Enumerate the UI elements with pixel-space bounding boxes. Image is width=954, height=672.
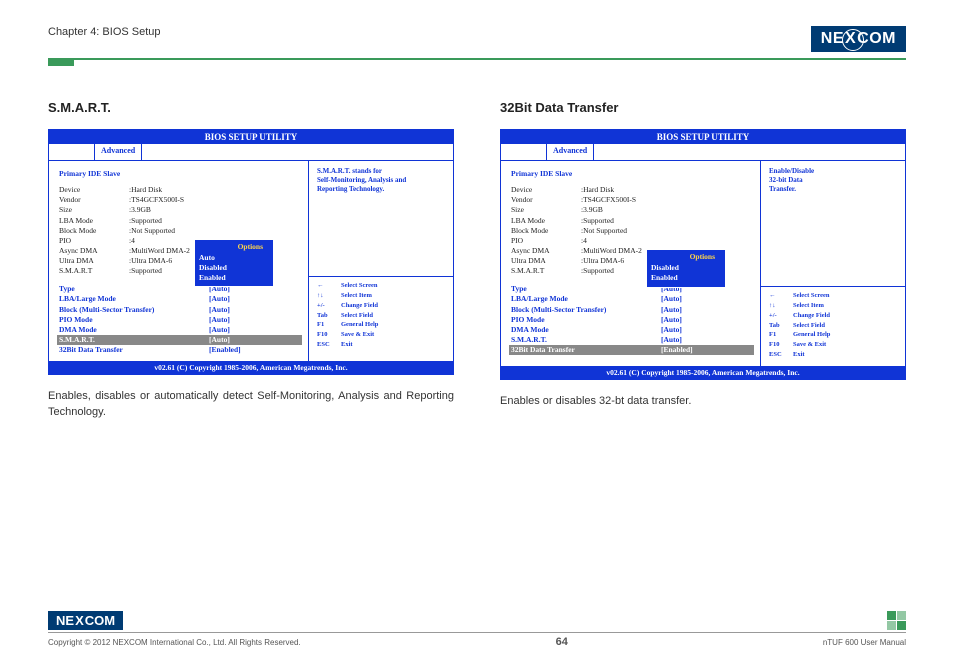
bios-option-row[interactable]: PIO Mode[Auto] <box>59 315 300 325</box>
page-footer: NE X COM Copyright © 2012 NEXCOM Interna… <box>48 611 906 648</box>
device-info-row: Size:3.9GB <box>59 205 300 215</box>
brand-pre: NE <box>821 30 844 48</box>
bios-title: BIOS SETUP UTILITY <box>49 130 453 144</box>
bios-section-header: Primary IDE Slave <box>59 169 300 179</box>
bios-panel-left: BIOS SETUP UTILITY Advanced Primary IDE … <box>48 129 454 375</box>
device-info-row: Device:Hard Disk <box>59 185 300 195</box>
popup-title: Options <box>651 252 721 262</box>
chapter-label: Chapter 4: BIOS Setup <box>48 26 161 38</box>
popup-option[interactable]: Disabled <box>651 263 721 273</box>
bios-option-row[interactable]: S.M.A.R.T.[Auto] <box>57 335 302 345</box>
popup-option[interactable]: Auto <box>199 253 269 263</box>
nav-key-row: ↑↓Select Item <box>317 291 445 301</box>
tab-advanced[interactable]: Advanced <box>547 144 594 160</box>
right-column: 32Bit Data Transfer BIOS SETUP UTILITY A… <box>500 100 906 421</box>
device-info-row: Device:Hard Disk <box>511 185 752 195</box>
popup-title: Options <box>199 242 269 252</box>
nav-key-row: ESCExit <box>317 340 445 350</box>
bios-option-row[interactable]: LBA/Large Mode[Auto] <box>59 294 300 304</box>
device-info-row: Vendor:TS4GCFX500I-S <box>59 195 300 205</box>
nav-key-row: F1General Help <box>769 330 897 340</box>
help-text: S.M.A.R.T. stands forSelf-Monitoring, An… <box>317 167 445 194</box>
nav-key-row: ←Select Screen <box>769 291 897 301</box>
bios-option-row[interactable]: 32Bit Data Transfer[Enabled] <box>59 345 300 355</box>
nav-key-row: ←Select Screen <box>317 281 445 291</box>
brand-logo: NE X COM <box>811 26 906 52</box>
bios-option-row[interactable]: Block (Multi-Sector Transfer)[Auto] <box>59 305 300 315</box>
nav-key-row: TabSelect Field <box>769 321 897 331</box>
bios-option-row[interactable]: DMA Mode[Auto] <box>511 325 752 335</box>
device-info-row: Size:3.9GB <box>511 205 752 215</box>
nav-key-row: TabSelect Field <box>317 311 445 321</box>
nav-key-row: +/-Change Field <box>769 311 897 321</box>
popup-option[interactable]: Enabled <box>651 273 721 283</box>
popup-option[interactable]: Enabled <box>199 273 269 283</box>
left-column: S.M.A.R.T. BIOS SETUP UTILITY Advanced P… <box>48 100 454 421</box>
help-text: Enable/Disable32-bit DataTransfer. <box>769 167 897 194</box>
right-description: Enables or disables 32-bt data transfer. <box>500 394 906 410</box>
device-info-row: PIO:4 <box>511 236 752 246</box>
device-info-row: LBA Mode:Supported <box>511 216 752 226</box>
nav-key-row: ESCExit <box>769 350 897 360</box>
left-section-title: S.M.A.R.T. <box>48 100 454 115</box>
brand-x-icon: X <box>75 613 84 628</box>
tab-advanced[interactable]: Advanced <box>95 144 142 160</box>
footer-copyright: Copyright © 2012 NEXCOM International Co… <box>48 638 301 647</box>
footer-logo: NE X COM <box>48 611 123 630</box>
header-tick <box>48 58 74 66</box>
bios-option-row[interactable]: Block (Multi-Sector Transfer)[Auto] <box>511 305 752 315</box>
bios-option-row[interactable]: LBA/Large Mode[Auto] <box>511 294 752 304</box>
bios-option-row[interactable]: 32Bit Data Transfer[Enabled] <box>509 345 754 355</box>
left-description: Enables, disables or automatically detec… <box>48 389 454 421</box>
device-info-row: Block Mode:Not Supported <box>59 226 300 236</box>
right-section-title: 32Bit Data Transfer <box>500 100 906 115</box>
nav-key-row: F1General Help <box>317 320 445 330</box>
bios-copyright: v02.61 (C) Copyright 1985-2006, American… <box>501 366 905 379</box>
bios-copyright: v02.61 (C) Copyright 1985-2006, American… <box>49 361 453 374</box>
nav-help: ←Select Screen↑↓Select Item+/-Change Fie… <box>317 281 445 349</box>
bios-tabs: Advanced <box>501 144 905 161</box>
bios-option-row[interactable]: S.M.A.R.T.[Auto] <box>511 335 752 345</box>
brand-x-icon: X <box>845 30 856 48</box>
page-number: 64 <box>556 636 568 648</box>
popup-option[interactable]: Disabled <box>199 263 269 273</box>
nav-key-row: ↑↓Select Item <box>769 301 897 311</box>
nav-help: ←Select Screen↑↓Select Item+/-Change Fie… <box>769 291 897 359</box>
device-info-row: LBA Mode:Supported <box>59 216 300 226</box>
manual-name: nTUF 600 User Manual <box>823 638 906 647</box>
options-popup: Options AutoDisabledEnabled <box>194 239 274 287</box>
bios-tabs: Advanced <box>49 144 453 161</box>
nav-key-row: +/-Change Field <box>317 301 445 311</box>
bios-title: BIOS SETUP UTILITY <box>501 130 905 144</box>
device-info-row: Block Mode:Not Supported <box>511 226 752 236</box>
options-popup: Options DisabledEnabled <box>646 249 726 288</box>
bios-option-row[interactable]: DMA Mode[Auto] <box>59 325 300 335</box>
device-info-row: Vendor:TS4GCFX500I-S <box>511 195 752 205</box>
bios-section-header: Primary IDE Slave <box>511 169 752 179</box>
nav-key-row: F10Save & Exit <box>317 330 445 340</box>
footer-squares-icon <box>887 611 906 630</box>
nav-key-row: F10Save & Exit <box>769 340 897 350</box>
bios-panel-right: BIOS SETUP UTILITY Advanced Primary IDE … <box>500 129 906 380</box>
bios-option-row[interactable]: PIO Mode[Auto] <box>511 315 752 325</box>
